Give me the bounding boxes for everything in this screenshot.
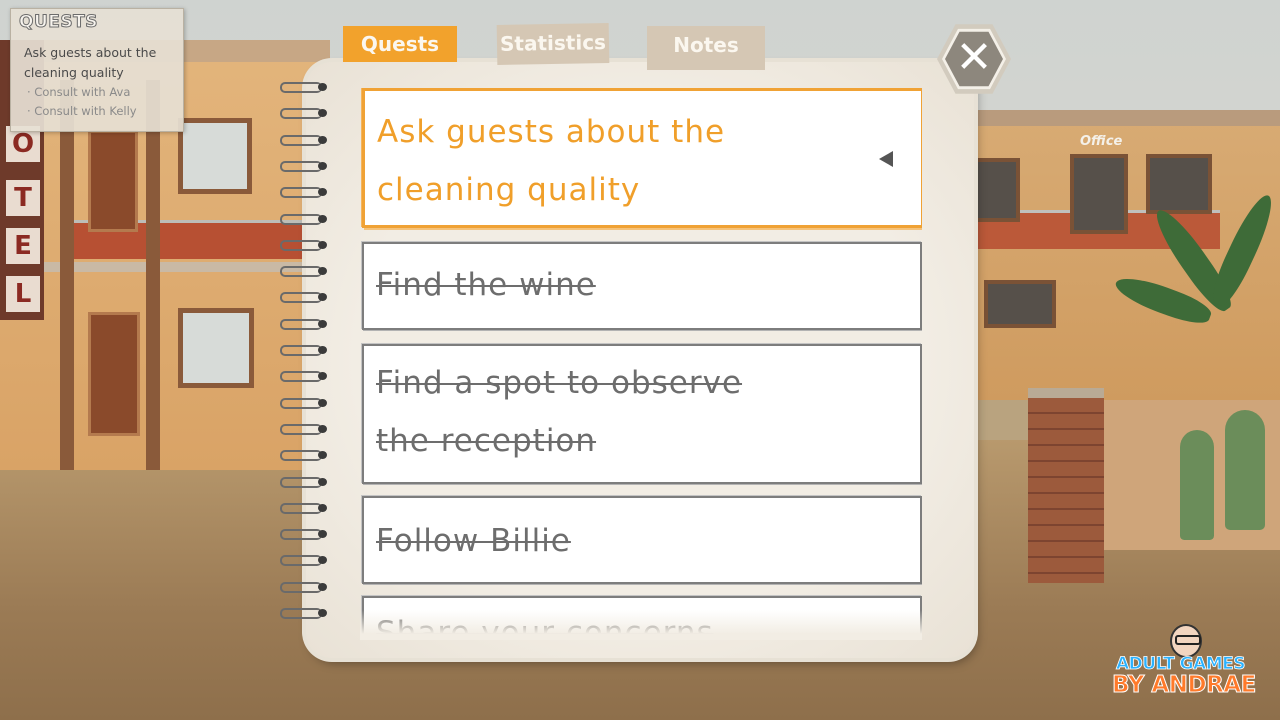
quest-title: cleaning quality <box>377 172 641 208</box>
spiral-ring <box>280 581 330 593</box>
window <box>1146 154 1212 214</box>
quest-title: Follow Billie <box>376 523 571 559</box>
list-fade <box>360 610 922 640</box>
spiral-ring <box>280 476 330 488</box>
cactus <box>1225 410 1265 530</box>
spiral-ring <box>280 108 330 120</box>
window <box>178 118 252 194</box>
spiral-ring <box>280 239 330 251</box>
tab-quests[interactable]: Quests <box>343 26 457 62</box>
quest-list[interactable]: Ask guests about the cleaning quality Fi… <box>360 88 922 636</box>
door <box>88 130 138 232</box>
quest-item-active[interactable]: Ask guests about the cleaning quality <box>362 88 922 228</box>
notebook-spiral-binding <box>280 82 332 634</box>
spiral-ring <box>280 529 330 541</box>
window <box>974 158 1020 222</box>
spiral-ring <box>280 502 330 514</box>
window <box>178 308 254 388</box>
office-sign: Office <box>1080 134 1123 149</box>
quest-tracker-objective: Ask guests about the <box>24 45 157 60</box>
tab-notes[interactable]: Notes <box>647 26 765 70</box>
quest-item-completed[interactable]: Find the wine <box>362 242 922 330</box>
sign-letter: E <box>6 228 40 264</box>
quest-title: Find the wine <box>376 267 596 303</box>
spiral-ring <box>280 345 330 356</box>
spiral-ring <box>280 292 330 304</box>
quest-tracker-objective: cleaning quality <box>24 65 124 80</box>
spiral-ring <box>280 371 330 383</box>
close-button[interactable]: ✕ <box>937 22 1011 96</box>
spiral-ring <box>280 213 330 225</box>
quest-title: the reception <box>376 423 597 459</box>
watermark-logo: ADULT GAMES BY ANDRAE <box>1112 624 1257 700</box>
sign-letter: T <box>6 180 40 216</box>
quest-tracker-title: QUESTS <box>19 12 98 33</box>
spiral-ring <box>280 608 330 619</box>
spiral-ring <box>280 450 330 462</box>
spiral-ring <box>280 318 330 330</box>
spiral-ring <box>280 134 330 146</box>
brick-pillar <box>1028 388 1104 583</box>
quest-title: Find a spot to observe <box>376 365 743 401</box>
watermark-line2: BY ANDRAE <box>1112 672 1257 699</box>
sign-letter: L <box>6 276 40 312</box>
spiral-ring <box>280 266 330 278</box>
quest-item-completed[interactable]: Follow Billie <box>362 496 922 584</box>
quest-tracker-subtask: · Consult with Ava <box>27 85 131 99</box>
spiral-ring <box>280 82 330 93</box>
quest-tracker: QUESTS Ask guests about the cleaning qua… <box>10 8 184 132</box>
spiral-ring <box>280 160 330 172</box>
tab-statistics[interactable]: Statistics <box>496 23 610 65</box>
window <box>984 280 1056 328</box>
quest-tracker-subtask: · Consult with Kelly <box>27 104 137 118</box>
quest-title: Ask guests about the <box>377 114 726 150</box>
selected-arrow-icon <box>879 151 893 167</box>
spiral-ring <box>280 555 330 567</box>
spiral-ring <box>280 397 330 409</box>
close-icon: ✕ <box>955 32 993 83</box>
spiral-ring <box>280 423 330 435</box>
cactus <box>1180 430 1214 540</box>
spiral-ring <box>280 187 330 199</box>
watermark-line1: ADULT GAMES <box>1116 654 1246 675</box>
avatar-icon <box>1170 624 1202 658</box>
door <box>88 312 140 436</box>
door <box>1070 154 1128 234</box>
quest-item-completed[interactable]: Find a spot to observe the reception <box>362 344 922 484</box>
